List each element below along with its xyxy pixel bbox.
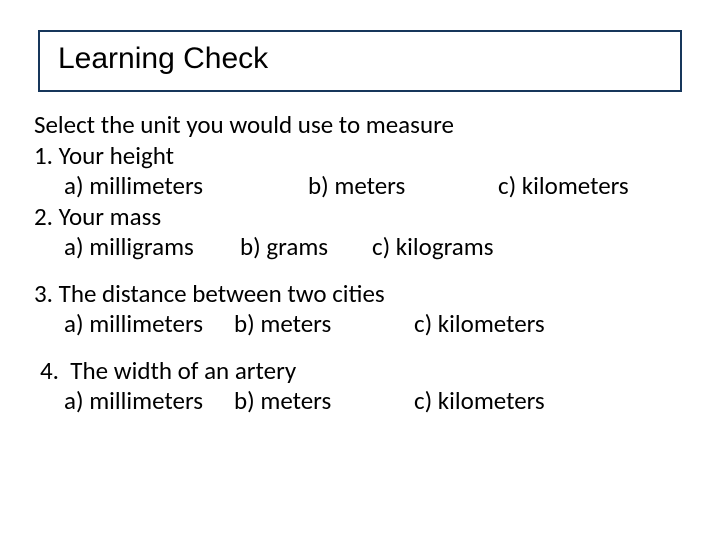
question-1-option-a: a) millimeters [64,171,308,202]
question-3-options: a) millimeters b) meters c) kilometers [64,309,686,340]
title-box: Learning Check [38,30,682,92]
question-2: 2. Your mass a) milligrams b) grams c) k… [34,202,686,263]
question-1: 1. Your height a) millimeters b) meters … [34,141,686,202]
question-4-option-a: a) millimeters [64,386,234,417]
question-1-num: 1. [34,140,53,171]
question-1-option-b: b) meters [308,171,498,202]
question-2-option-b: b) grams [240,232,372,263]
question-3: 3. The distance between two cities a) mi… [34,279,686,340]
question-3-option-c: c) kilometers [414,309,545,340]
question-4-stem: The width of an artery [65,355,297,386]
question-4-option-b: b) meters [234,386,414,417]
prompt-text: Select the unit you would use to measure [34,110,686,141]
question-2-option-a: a) milligrams [64,232,240,263]
question-2-stem: Your mass [59,201,162,232]
question-2-options: a) milligrams b) grams c) kilograms [64,232,686,263]
question-3-option-b: b) meters [234,309,414,340]
question-4-text: 4. The width of an artery [34,356,686,387]
question-3-stem: The distance between two cities [59,278,385,309]
question-3-text: 3. The distance between two cities [34,279,686,310]
question-3-option-a: a) millimeters [64,309,234,340]
question-1-options: a) millimeters b) meters c) kilometers [64,171,686,202]
question-1-stem: Your height [59,140,174,171]
question-1-option-c: c) kilometers [498,171,629,202]
question-4-options: a) millimeters b) meters c) kilometers [64,386,686,417]
question-2-text: 2. Your mass [34,202,686,233]
question-1-text: 1. Your height [34,141,686,172]
question-4: 4. The width of an artery a) millimeters… [34,356,686,417]
question-2-num: 2. [34,201,53,232]
question-3-num: 3. [34,278,53,309]
slide-title: Learning Check [58,42,662,76]
slide: Learning Check Select the unit you would… [0,0,720,540]
question-2-option-c: c) kilograms [372,232,494,263]
question-4-option-c: c) kilometers [414,386,545,417]
question-4-num: 4. [40,355,59,386]
content-area: Select the unit you would use to measure… [28,110,692,417]
